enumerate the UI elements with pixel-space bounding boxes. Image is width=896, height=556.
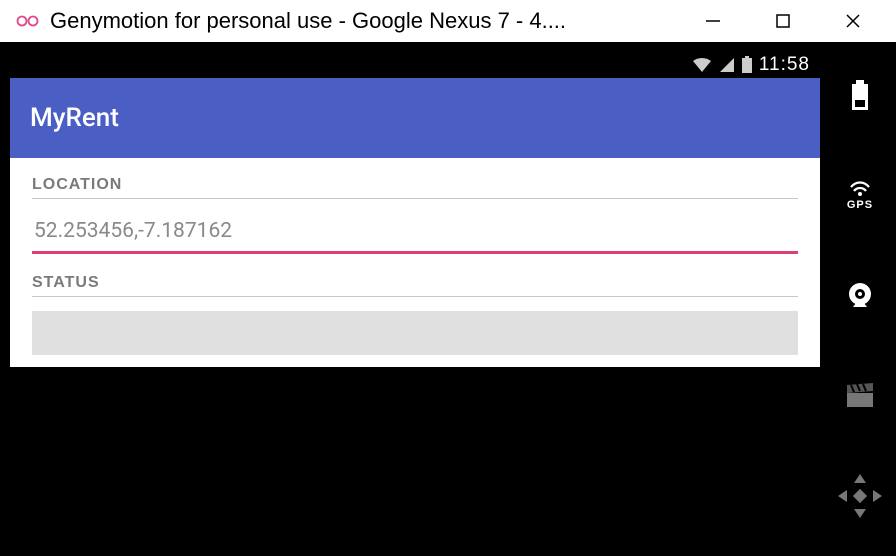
dpad-icon: [838, 474, 882, 518]
maximize-button[interactable]: [768, 6, 798, 36]
status-field[interactable]: [32, 311, 798, 355]
android-statusbar: 11:58: [10, 52, 820, 78]
gps-label: GPS: [847, 199, 873, 211]
wifi-wave-icon: [848, 181, 872, 197]
webcam-icon: [845, 281, 875, 311]
window-title: Genymotion for personal use - Google Nex…: [50, 8, 698, 34]
cell-signal-icon: [719, 57, 735, 73]
app-bar: MyRent: [10, 78, 820, 158]
app-content: LOCATION STATUS: [10, 158, 820, 367]
window-controls: [698, 6, 888, 36]
gps-tool-button[interactable]: GPS: [838, 174, 882, 218]
clapperboard-icon: [845, 383, 875, 409]
battery-icon: [741, 56, 753, 74]
status-label: STATUS: [32, 274, 798, 292]
divider: [32, 198, 798, 199]
close-button[interactable]: [838, 6, 868, 36]
location-label: LOCATION: [32, 176, 798, 194]
window-titlebar: Genymotion for personal use - Google Nex…: [0, 0, 896, 42]
location-input[interactable]: [32, 213, 798, 254]
genymotion-sidebar: GPS: [824, 42, 896, 556]
dpad-tool-button[interactable]: [838, 474, 882, 518]
battery-tool-icon: [850, 80, 870, 112]
genymotion-logo-icon: [16, 14, 40, 28]
divider: [32, 296, 798, 297]
camera-tool-button[interactable]: [838, 274, 882, 318]
device-screen: 11:58 MyRent LOCATION STATUS: [0, 42, 824, 556]
wifi-icon: [691, 56, 713, 74]
battery-tool-button[interactable]: [838, 74, 882, 118]
emulator-area: 11:58 MyRent LOCATION STATUS: [0, 42, 896, 556]
app-title: MyRent: [30, 103, 119, 133]
clapperboard-tool-button[interactable]: [838, 374, 882, 418]
status-time: 11:58: [759, 54, 810, 76]
minimize-button[interactable]: [698, 6, 728, 36]
